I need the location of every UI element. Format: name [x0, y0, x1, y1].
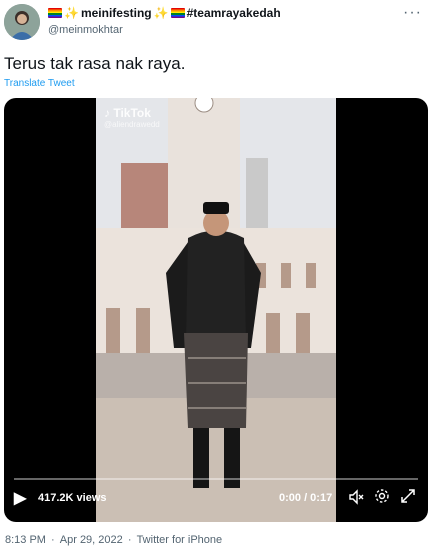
translate-tweet-link[interactable]: Translate Tweet	[4, 78, 75, 89]
dot-separator-icon: ·	[51, 534, 55, 546]
sparkles-icon: ✨	[153, 6, 169, 20]
play-icon[interactable]: ▶	[14, 488, 26, 508]
mute-icon[interactable]	[348, 489, 364, 508]
author-hashtag[interactable]: #teamrayakedah	[187, 6, 281, 20]
author-name-row[interactable]: ✨ meinifesting ✨ #teamrayakedah	[48, 6, 281, 20]
tweet-meta: 8:13 PM · Apr 29, 2022 · Twitter for iPh…	[4, 534, 223, 546]
rainbow-flag-icon	[48, 8, 62, 18]
author-handle[interactable]: @meinmokhtar	[48, 24, 123, 36]
tiktok-watermark-user: @aliendrawedd	[104, 120, 160, 129]
tweet-time[interactable]: 8:13 PM	[5, 534, 46, 546]
avatar[interactable]	[4, 4, 40, 40]
dot-separator-icon: ·	[127, 534, 132, 546]
video-controls: ▶ 417.2K views 0:00 / 0:17	[4, 478, 428, 522]
fullscreen-icon[interactable]	[400, 488, 416, 507]
video-player[interactable]: ♪ TikTok @aliendrawedd ▶ 417.2K views 0:…	[4, 98, 428, 522]
settings-icon[interactable]	[374, 488, 390, 507]
tiktok-icon: ♪	[104, 106, 110, 120]
video-time: 0:00 / 0:17	[279, 492, 333, 504]
tiktok-watermark-label: TikTok	[113, 106, 151, 120]
more-dots-icon[interactable]: ···	[403, 4, 422, 22]
tweet-source[interactable]: Twitter for iPhone	[137, 534, 223, 546]
view-count: 417.2K views	[38, 492, 107, 504]
sparkles-icon: ✨	[64, 6, 79, 20]
tiktok-watermark: ♪ TikTok @aliendrawedd	[104, 106, 160, 129]
video-progress-bar[interactable]	[14, 478, 418, 480]
tweet-date[interactable]: Apr 29, 2022	[60, 534, 123, 546]
author-display-name[interactable]: meinifesting	[81, 6, 152, 20]
video-frame	[96, 98, 336, 522]
rainbow-flag-icon	[170, 8, 185, 18]
tweet-text: Terus tak rasa nak raya.	[4, 54, 186, 73]
